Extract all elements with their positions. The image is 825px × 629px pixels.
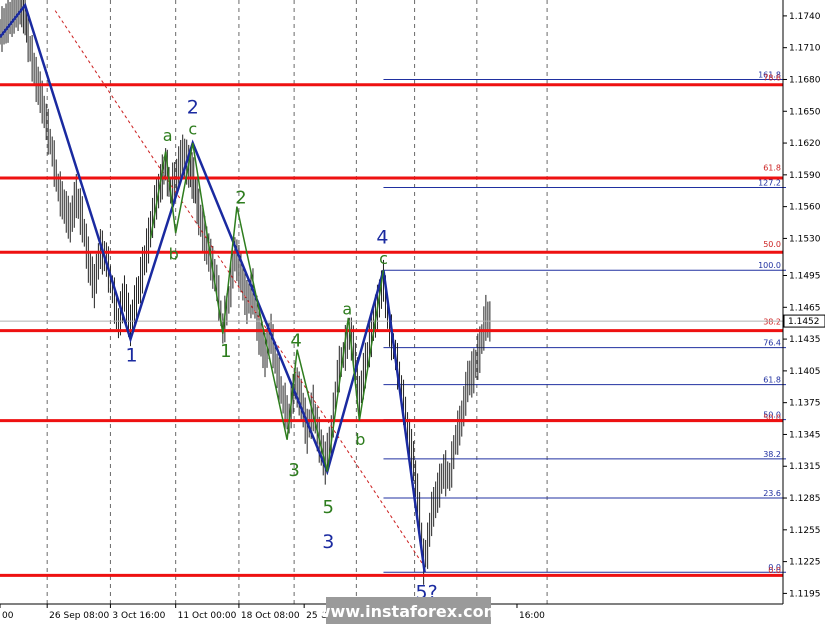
y-tick-label: 1.1620 xyxy=(789,139,821,149)
wave-label: 2 xyxy=(235,187,246,208)
current-price-label: 1.1452 xyxy=(788,317,820,327)
y-tick-label: 1.1315 xyxy=(789,462,821,472)
wave-label: 1 xyxy=(125,344,137,366)
wave-label: b xyxy=(355,430,365,449)
x-tick-label: 18 Oct 08:00 xyxy=(241,611,300,621)
y-tick-label: 1.1560 xyxy=(789,203,821,213)
y-tick-label: 1.1680 xyxy=(789,75,821,85)
wave-label: b xyxy=(169,245,179,264)
wave-label: c xyxy=(188,120,197,139)
fib-level-label: 38.2 xyxy=(763,450,781,459)
fib-red-label: 38.2 xyxy=(763,317,781,326)
y-tick-label: 1.1590 xyxy=(789,171,821,181)
y-tick-label: 1.1650 xyxy=(789,107,821,117)
y-tick-label: 1.1465 xyxy=(789,303,821,313)
fib-level-label: 23.6 xyxy=(763,489,781,498)
chart-root: 161.8 78.6 127.2 100.0 76.4 61.8 50.0 50.0 38.2 2… xyxy=(0,0,825,625)
wave-label: 4 xyxy=(376,227,388,249)
x-tick-label: 16:00 xyxy=(519,611,545,621)
wave-label: 2 xyxy=(187,96,199,118)
fib-red-label: 61.8 xyxy=(763,164,781,173)
y-tick-label: 1.1405 xyxy=(789,367,821,377)
fib-level-label-red: 0.0 xyxy=(768,566,781,575)
wave-label: 1 xyxy=(220,341,231,362)
x-tick-label: 11 Oct 00:00 xyxy=(178,611,237,621)
y-tick-label: 1.1345 xyxy=(789,430,821,440)
y-tick-label: 1.1285 xyxy=(789,494,821,504)
y-tick-label: 1.1225 xyxy=(789,558,821,568)
wave-label: 4 xyxy=(290,331,301,352)
wave-label: a xyxy=(163,126,173,145)
fib-level-label: 127.2 xyxy=(758,179,781,188)
fib-red-label: 50.0 xyxy=(763,240,781,249)
wave-label: 3 xyxy=(288,460,299,481)
y-tick-label: 1.1530 xyxy=(789,234,821,244)
fib-level-label: 61.8 xyxy=(763,376,781,385)
watermark-layer: www.instaforex.com xyxy=(316,597,500,624)
wave-label: a xyxy=(342,300,352,319)
wave-label: 5 xyxy=(323,497,334,518)
fib-level-label: 76.4 xyxy=(763,339,781,348)
x-tick-label: 00 xyxy=(2,611,14,621)
chart-background xyxy=(0,0,825,625)
wave-label: c xyxy=(379,249,388,268)
y-tick-label: 1.1195 xyxy=(789,589,821,599)
y-tick-label: 1.1495 xyxy=(789,272,821,282)
y-tick-label: 1.1710 xyxy=(789,44,821,54)
y-tick-label: 1.1740 xyxy=(789,12,821,22)
watermark-text: www.instaforex.com xyxy=(316,602,500,621)
x-tick-label: 26 Sep 08:00 xyxy=(49,611,109,621)
y-tick-label: 1.1375 xyxy=(789,399,821,409)
fib-level-label: 100.0 xyxy=(758,261,781,270)
y-tick-label: 1.1435 xyxy=(789,335,821,345)
fib-level-label-red: 78.6 xyxy=(763,73,781,82)
wave-label: 3 xyxy=(322,531,334,553)
x-tick-label: 3 Oct 16:00 xyxy=(112,611,165,621)
price-chart: 161.878.6127.2100.076.461.850.050.038.22… xyxy=(0,0,825,625)
y-tick-label: 1.1255 xyxy=(789,526,821,536)
